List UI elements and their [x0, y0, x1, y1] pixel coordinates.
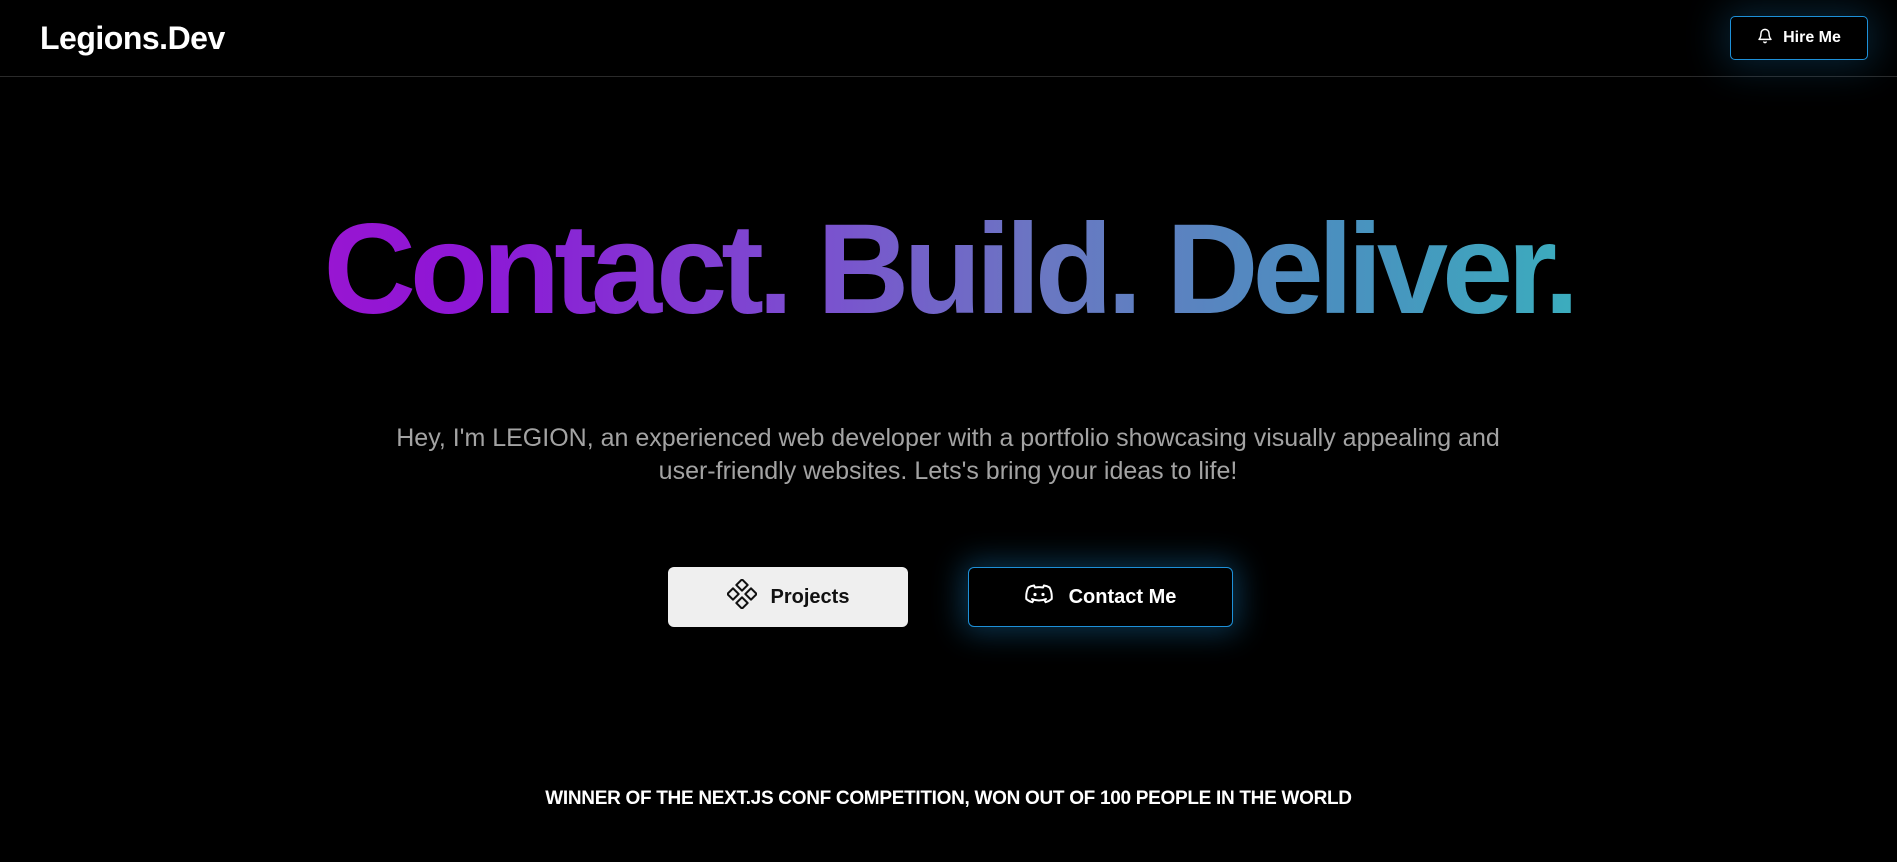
hero-subtitle-line-1: Hey, I'm LEGION, an experienced web deve… — [396, 424, 1500, 452]
projects-label: Projects — [770, 585, 850, 608]
hire-me-label: Hire Me — [1783, 29, 1841, 46]
hero-subtitle: Hey, I'm LEGION, an experienced web deve… — [348, 422, 1548, 488]
logo-link[interactable]: Legions.Dev — [40, 18, 225, 58]
discord-icon — [1024, 583, 1053, 611]
hire-me-button[interactable]: Hire Me — [1730, 16, 1868, 60]
projects-button[interactable]: Projects — [668, 567, 908, 627]
contact-me-label: Contact Me — [1068, 585, 1177, 608]
page: Legions.Dev Hire Me Contact. Build. Deli… — [0, 0, 1897, 862]
site-header: Legions.Dev Hire Me — [0, 0, 1897, 77]
bell-icon — [1757, 28, 1773, 49]
hero-subtitle-line-2: user-friendly websites. Lets's bring you… — [658, 457, 1238, 485]
winner-banner: WINNER OF THE NEXT.JS CONF COMPETITION, … — [545, 788, 1352, 809]
contact-me-button[interactable]: Contact Me — [968, 567, 1233, 627]
diamond-grid-icon — [725, 578, 758, 615]
hero-title: Contact. Build. Deliver. — [0, 195, 1897, 345]
